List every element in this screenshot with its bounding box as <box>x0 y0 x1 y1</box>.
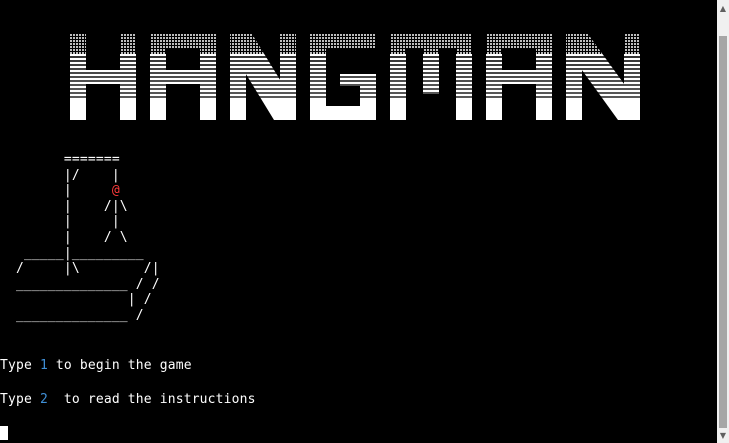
terminal-cursor[interactable] <box>0 426 8 440</box>
prompt-read-instructions: Type 2 to read the instructions <box>0 392 256 407</box>
prompt-text: to begin the game <box>47 358 192 373</box>
scrollbar-thumb[interactable] <box>719 36 727 428</box>
terminal-window[interactable]: ======= |/ | | @ | /|\ | | | / \ _____|_… <box>0 0 717 443</box>
prompt-begin-game: Type 1 to begin the game <box>0 358 192 373</box>
triangle-down-icon[interactable]: ▼ <box>717 429 729 441</box>
gallows-ascii-art: ======= |/ | | @ | /|\ | | | / \ _____|_… <box>15 152 160 323</box>
prompt-prefix: Type <box>0 358 40 373</box>
prompt-prefix: Type <box>0 392 40 407</box>
vertical-scrollbar[interactable]: ▲ ▼ <box>717 0 729 443</box>
triangle-up-icon[interactable]: ▲ <box>717 2 729 14</box>
option-number-2: 2 <box>39 392 48 407</box>
prompt-text: to read the instructions <box>47 392 256 407</box>
option-number-1: 1 <box>39 358 48 373</box>
hanged-man-head: @ <box>111 183 120 199</box>
hangman-title-logo <box>70 34 640 120</box>
